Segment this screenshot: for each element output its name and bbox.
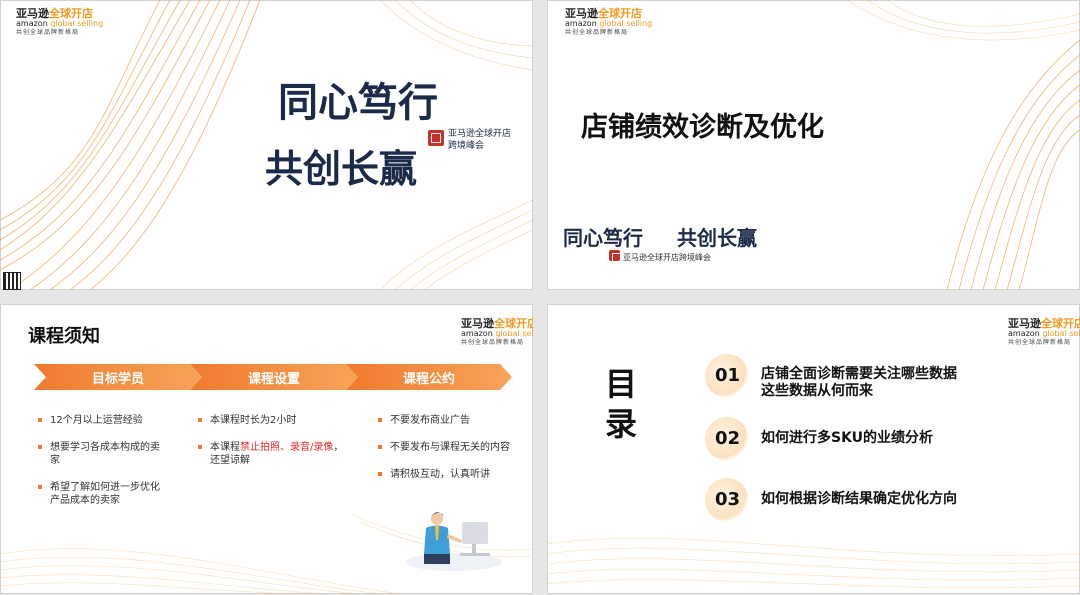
calligraphy-line1: 同心笃行: [278, 79, 438, 126]
person-at-computer-illustration: [406, 512, 502, 571]
amazon-global-selling-logo: 亚马逊全球开店 amazon global selling 共创全球品牌新格局: [461, 317, 533, 346]
list-item: 本课程时长为2小时: [196, 414, 346, 427]
toc-item-2[interactable]: 如何进行多SKU的业绩分析: [761, 430, 933, 447]
slide-title: 店铺绩效诊断及优化: [581, 112, 824, 143]
list-item: 希望了解如何进一步优化产品成本的卖家: [36, 481, 166, 507]
calligraphy-line2: 共创长赢: [677, 226, 757, 250]
qr-code-icon: [3, 272, 21, 290]
header-target-students: 目标学员: [34, 364, 202, 390]
calligraphy-line2: 共创长赢: [265, 146, 418, 191]
toc-label: 目 录: [605, 365, 638, 443]
toc-item-1[interactable]: 店铺全面诊断需要关注哪些数据 这些数据从何而来: [761, 366, 957, 400]
slide-3-thumbnail[interactable]: 亚马逊全球开店 amazon global selling 共创全球品牌新格局 …: [0, 304, 533, 594]
list-item: 请积极互动，认真听讲: [376, 468, 526, 481]
no-recording-warning: 禁止拍照、录音/录像: [240, 442, 334, 453]
seal-icon: [609, 250, 622, 263]
slide-1-thumbnail[interactable]: 亚马逊全球开店 amazon global selling 共创全球品牌新格局 …: [0, 0, 533, 290]
seal-icon: [428, 130, 444, 146]
slide-title: 课程须知: [28, 326, 100, 347]
list-item: 不要发布与课程无关的内容: [376, 441, 526, 454]
orange-wave-lines: [547, 538, 1080, 588]
list-item: 12个月以上运营经验: [36, 414, 166, 427]
toc-item-3[interactable]: 如何根据诊断结果确定优化方向: [761, 491, 957, 508]
amazon-global-selling-logo: 亚马逊全球开店 amazon global selling 共创全球品牌新格局: [1008, 317, 1080, 346]
slide-2-thumbnail[interactable]: 亚马逊全球开店 amazon global selling 共创全球品牌新格局 …: [547, 0, 1080, 290]
calligraphy-line1: 同心笃行: [563, 226, 643, 250]
list-item: 本课程禁止拍照、录音/录像，还望谅解: [196, 441, 346, 467]
toc-number: 03: [715, 489, 741, 510]
toc-number: 01: [715, 365, 741, 386]
header-course-settings: 课程设置: [190, 364, 358, 390]
column-target-students: 12个月以上运营经验 想要学习各成本构成的卖家 希望了解如何进一步优化产品成本的…: [36, 414, 166, 521]
amazon-global-selling-logo: 亚马逊全球开店 amazon global selling 共创全球品牌新格局: [16, 7, 104, 36]
column-course-settings: 本课程时长为2小时 本课程禁止拍照、录音/录像，还望谅解: [196, 414, 346, 481]
column-course-rules: 不要发布商业广告 不要发布与课程无关的内容 请积极互动，认真听讲: [376, 414, 526, 495]
list-item: 想要学习各成本构成的卖家: [36, 441, 166, 467]
list-item: 不要发布商业广告: [376, 414, 526, 427]
toc-number: 02: [715, 428, 741, 449]
slide-grid: 亚马逊全球开店 amazon global selling 共创全球品牌新格局 …: [0, 0, 1080, 595]
summit-name: 亚马逊全球开店 跨境峰会: [448, 129, 512, 151]
header-course-rules: 课程公约: [346, 364, 512, 390]
amazon-global-selling-logo: 亚马逊全球开店 amazon global selling 共创全球品牌新格局: [565, 7, 653, 36]
summit-name: 亚马逊全球开店跨境峰会: [623, 253, 711, 262]
slide-4-thumbnail[interactable]: 亚马逊全球开店 amazon global selling 共创全球品牌新格局 …: [547, 304, 1080, 594]
